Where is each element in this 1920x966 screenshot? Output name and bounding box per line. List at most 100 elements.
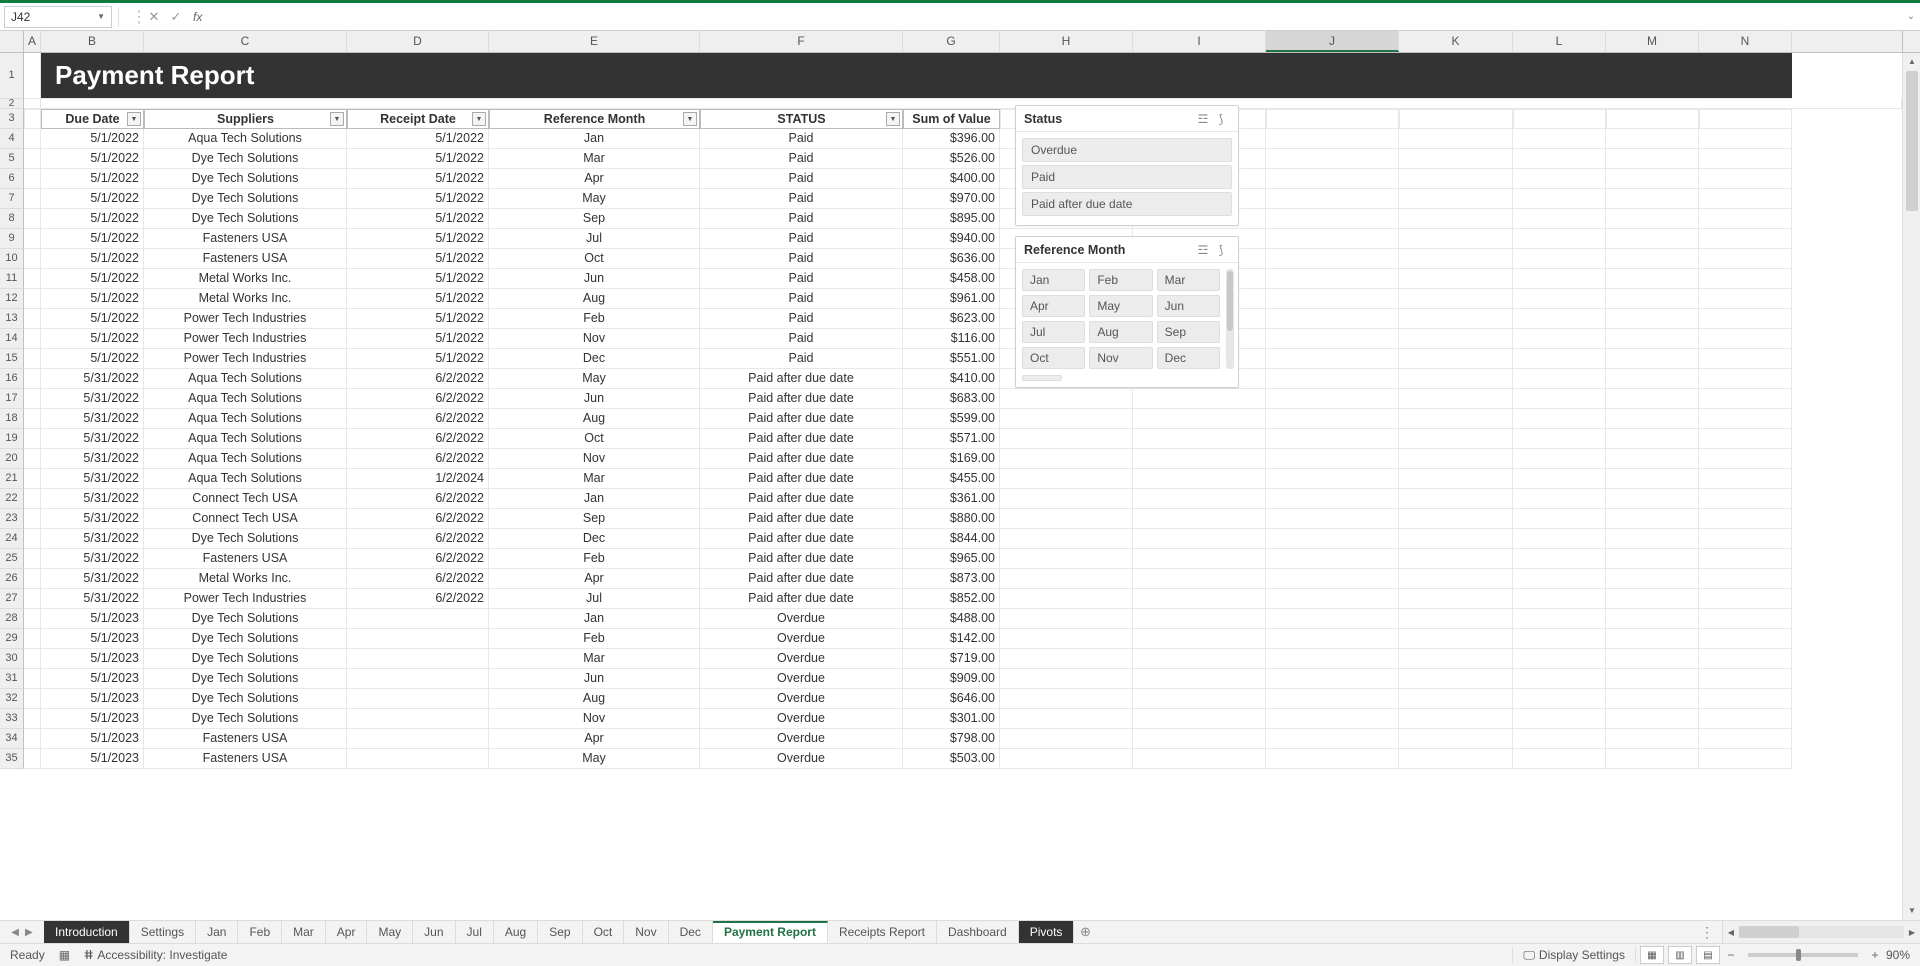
row-header[interactable]: 13 <box>0 309 24 329</box>
cell[interactable] <box>24 99 41 109</box>
cell-receipt-date[interactable]: 6/2/2022 <box>347 589 489 609</box>
cell-ref-month[interactable]: Mar <box>489 649 700 669</box>
cell-value[interactable]: $636.00 <box>903 249 1000 269</box>
cell-ref-month[interactable]: Apr <box>489 729 700 749</box>
cell-due-date[interactable]: 5/1/2022 <box>41 189 144 209</box>
cell-supplier[interactable]: Dye Tech Solutions <box>144 649 347 669</box>
column-header[interactable]: D <box>347 31 489 52</box>
cell-receipt-date[interactable]: 5/1/2022 <box>347 349 489 369</box>
cell-status[interactable]: Paid <box>700 349 903 369</box>
column-header[interactable]: H <box>1000 31 1133 52</box>
cell-value[interactable]: $488.00 <box>903 609 1000 629</box>
cancel-formula-icon[interactable]: ✕ <box>143 9 165 25</box>
filter-dropdown-icon[interactable]: ▼ <box>683 112 697 126</box>
cell-status[interactable]: Paid <box>700 229 903 249</box>
cell-ref-month[interactable]: Mar <box>489 469 700 489</box>
cell[interactable] <box>24 149 41 169</box>
cell-due-date[interactable]: 5/31/2022 <box>41 469 144 489</box>
row-header[interactable]: 22 <box>0 489 24 509</box>
cell-status[interactable]: Overdue <box>700 669 903 689</box>
cell[interactable] <box>24 569 41 589</box>
column-header[interactable]: L <box>1513 31 1606 52</box>
cell-status[interactable]: Paid <box>700 329 903 349</box>
cell-supplier[interactable]: Fasteners USA <box>144 549 347 569</box>
cell-receipt-date[interactable] <box>347 689 489 709</box>
cell-value[interactable]: $970.00 <box>903 189 1000 209</box>
cell[interactable] <box>24 709 41 729</box>
cell-supplier[interactable]: Aqua Tech Solutions <box>144 469 347 489</box>
cell[interactable] <box>24 289 41 309</box>
col-status[interactable]: STATUS▼ <box>700 109 903 129</box>
cell-receipt-date[interactable]: 6/2/2022 <box>347 389 489 409</box>
row-header[interactable]: 9 <box>0 229 24 249</box>
cell-receipt-date[interactable]: 5/1/2022 <box>347 289 489 309</box>
cell-value[interactable]: $361.00 <box>903 489 1000 509</box>
cell-value[interactable]: $646.00 <box>903 689 1000 709</box>
cell-supplier[interactable]: Aqua Tech Solutions <box>144 389 347 409</box>
col-due-date[interactable]: Due Date▼ <box>41 109 144 129</box>
cell[interactable] <box>24 209 41 229</box>
slicer-item[interactable]: May <box>1089 295 1152 317</box>
cell-status[interactable]: Paid <box>700 269 903 289</box>
cell-due-date[interactable]: 5/1/2022 <box>41 249 144 269</box>
zoom-slider[interactable] <box>1748 953 1858 957</box>
sheet-tab[interactable]: Dashboard <box>937 921 1019 943</box>
formula-input[interactable] <box>208 6 1902 28</box>
slicer-item[interactable]: Aug <box>1089 321 1152 343</box>
cell-value[interactable]: $301.00 <box>903 709 1000 729</box>
column-header[interactable]: E <box>489 31 700 52</box>
cell-supplier[interactable]: Dye Tech Solutions <box>144 529 347 549</box>
cell-receipt-date[interactable]: 5/1/2022 <box>347 149 489 169</box>
cell-receipt-date[interactable]: 6/2/2022 <box>347 429 489 449</box>
cell[interactable] <box>24 509 41 529</box>
cell-due-date[interactable]: 5/1/2022 <box>41 269 144 289</box>
sheet-tab[interactable]: Receipts Report <box>828 921 937 943</box>
col-receipt-date[interactable]: Receipt Date▼ <box>347 109 489 129</box>
scroll-down-icon[interactable]: ▼ <box>1906 904 1918 918</box>
cell-supplier[interactable]: Fasteners USA <box>144 749 347 769</box>
cell-supplier[interactable]: Aqua Tech Solutions <box>144 449 347 469</box>
cell-value[interactable]: $455.00 <box>903 469 1000 489</box>
row-header[interactable]: 3 <box>0 109 24 129</box>
column-header[interactable]: B <box>41 31 144 52</box>
sheet-tab[interactable]: Dec <box>669 921 713 943</box>
cell-status[interactable]: Paid <box>700 149 903 169</box>
cell-due-date[interactable]: 5/1/2022 <box>41 229 144 249</box>
select-all-triangle[interactable] <box>0 31 24 52</box>
cell-receipt-date[interactable]: 6/2/2022 <box>347 529 489 549</box>
cell-ref-month[interactable]: Sep <box>489 509 700 529</box>
cell-supplier[interactable]: Dye Tech Solutions <box>144 189 347 209</box>
cell-ref-month[interactable]: Jun <box>489 669 700 689</box>
scroll-up-icon[interactable]: ▲ <box>1906 55 1918 69</box>
scroll-right-icon[interactable]: ▶ <box>1904 928 1920 937</box>
cell-value[interactable]: $798.00 <box>903 729 1000 749</box>
cell-supplier[interactable]: Metal Works Inc. <box>144 569 347 589</box>
cell-ref-month[interactable]: Nov <box>489 329 700 349</box>
cell-due-date[interactable]: 5/1/2022 <box>41 329 144 349</box>
cell-receipt-date[interactable] <box>347 729 489 749</box>
cell-status[interactable]: Paid <box>700 309 903 329</box>
cell[interactable] <box>24 749 41 769</box>
row-header[interactable]: 16 <box>0 369 24 389</box>
cell[interactable] <box>24 729 41 749</box>
tabs-nav[interactable]: ◀▶ <box>0 921 44 943</box>
cell[interactable] <box>24 389 41 409</box>
cell[interactable] <box>24 229 41 249</box>
cell-supplier[interactable]: Metal Works Inc. <box>144 269 347 289</box>
cell[interactable] <box>24 649 41 669</box>
cell-supplier[interactable]: Connect Tech USA <box>144 489 347 509</box>
scroll-left-icon[interactable]: ◀ <box>1723 928 1739 937</box>
row-header[interactable]: 24 <box>0 529 24 549</box>
cell-ref-month[interactable]: Apr <box>489 569 700 589</box>
column-header[interactable]: J <box>1266 31 1399 52</box>
cell-status[interactable]: Paid after due date <box>700 449 903 469</box>
cell-status[interactable]: Paid after due date <box>700 589 903 609</box>
row-header[interactable]: 17 <box>0 389 24 409</box>
cell[interactable] <box>24 409 41 429</box>
cell-supplier[interactable]: Fasteners USA <box>144 249 347 269</box>
multi-select-icon[interactable]: ☲ <box>1194 112 1212 126</box>
cell-due-date[interactable]: 5/1/2022 <box>41 349 144 369</box>
row-header[interactable]: 7 <box>0 189 24 209</box>
column-header[interactable]: N <box>1699 31 1792 52</box>
sheet-tab[interactable]: Mar <box>282 921 326 943</box>
